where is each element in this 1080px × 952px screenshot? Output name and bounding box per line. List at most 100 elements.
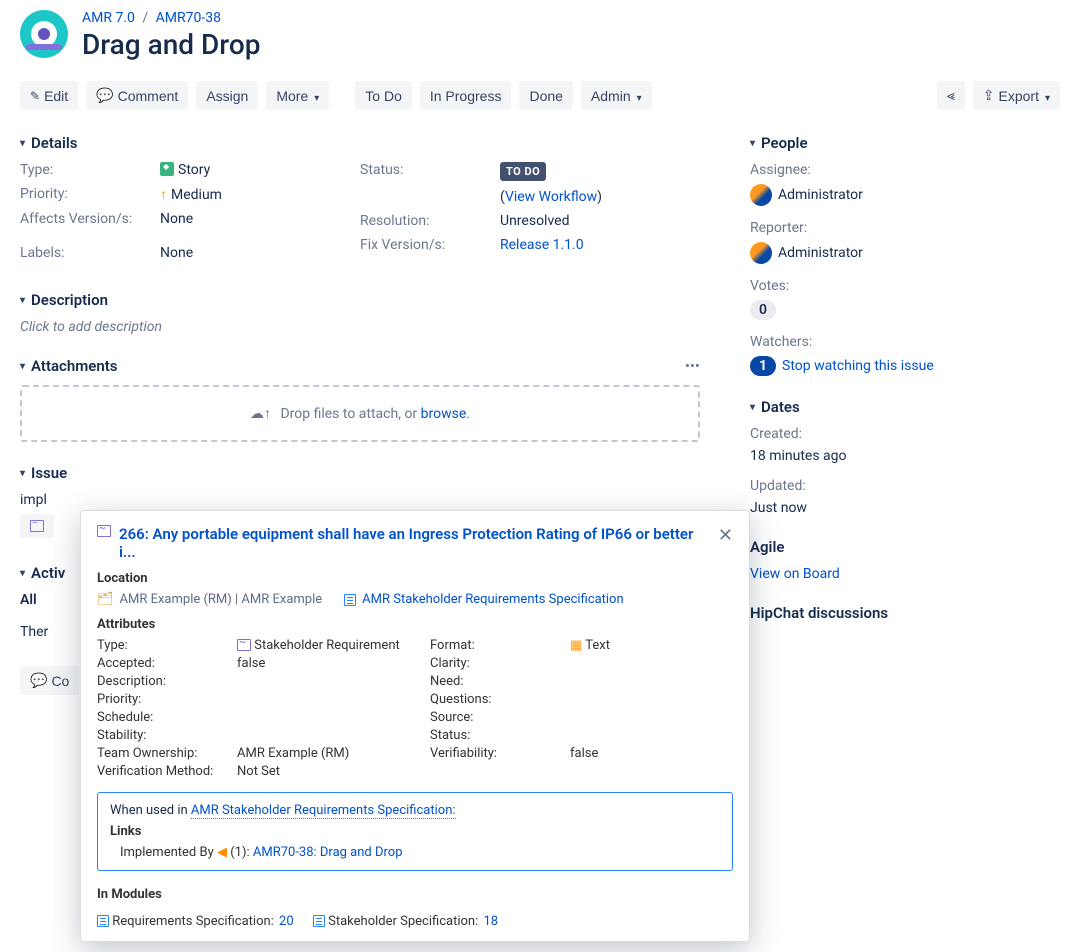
export-button[interactable]: ⇪Export xyxy=(973,81,1060,110)
breadcrumb: AMR 7.0 / AMR70-38 xyxy=(82,10,260,26)
created-value: 18 minutes ago xyxy=(750,448,1060,464)
folder-icon: 🗂 xyxy=(97,592,114,607)
link-item-button[interactable] xyxy=(20,514,54,538)
people-header[interactable]: ▾ People xyxy=(750,134,1060,152)
votes-label: Votes: xyxy=(750,278,1060,294)
priority-icon: ↑ xyxy=(160,187,167,203)
comment-icon: 💬 xyxy=(30,672,47,689)
requirement-icon xyxy=(237,639,251,651)
pencil-icon: ✎ xyxy=(30,89,40,103)
status-label: Status: xyxy=(360,162,500,181)
priority-value: Medium xyxy=(171,187,222,203)
more-button[interactable]: More xyxy=(266,81,329,110)
fixversion-value[interactable]: Release 1.1.0 xyxy=(500,237,584,253)
collapse-icon: ▾ xyxy=(20,468,25,479)
priority-label: Priority: xyxy=(20,186,160,203)
comment-icon: 💬 xyxy=(96,87,113,104)
description-header[interactable]: ▾ Description xyxy=(20,291,700,309)
attachment-dropzone[interactable]: ☁︎↑ Drop files to attach, or browse. xyxy=(20,385,700,442)
share-button[interactable]: ⪡ xyxy=(937,81,965,110)
module-count-link[interactable]: 20 xyxy=(279,914,294,929)
collapse-icon: ▾ xyxy=(750,402,755,413)
watchers-count: 1 xyxy=(750,356,776,376)
assignee-label: Assignee: xyxy=(750,162,1060,178)
when-used-link[interactable]: AMR Stakeholder Requirements Specificati… xyxy=(191,803,456,819)
updated-value: Just now xyxy=(750,500,1060,516)
module-count-link[interactable]: 18 xyxy=(483,914,498,929)
requirement-preview-popup: 266: Any portable equipment shall have a… xyxy=(80,510,750,942)
document-icon xyxy=(313,915,325,927)
project-avatar xyxy=(20,10,68,58)
votes-count: 0 xyxy=(750,300,776,320)
description-placeholder[interactable]: Click to add description xyxy=(20,319,700,335)
labels-label: Labels: xyxy=(20,245,160,261)
export-icon: ⇪ xyxy=(983,87,995,104)
in-modules-title: In Modules xyxy=(97,887,733,902)
resolution-value: Unresolved xyxy=(500,213,700,229)
type-label: Type: xyxy=(20,162,160,178)
document-icon xyxy=(344,594,356,606)
edit-button[interactable]: ✎Edit xyxy=(20,81,78,110)
admin-button[interactable]: Admin xyxy=(581,81,652,110)
dates-header[interactable]: ▾ Dates xyxy=(750,398,1060,416)
cloud-upload-icon: ☁︎↑ xyxy=(250,405,271,422)
hipchat-header: HipChat discussions xyxy=(750,604,1060,622)
attributes-title: Attributes xyxy=(97,617,733,632)
document-icon xyxy=(97,915,109,927)
todo-button[interactable]: To Do xyxy=(355,81,412,110)
breadcrumb-project[interactable]: AMR 7.0 xyxy=(82,10,135,26)
requirement-icon xyxy=(97,525,111,537)
attachments-menu[interactable]: ••• xyxy=(685,357,700,375)
details-header[interactable]: ▾ Details xyxy=(20,134,700,152)
add-comment-button[interactable]: 💬Co xyxy=(20,666,79,695)
updated-label: Updated: xyxy=(750,478,1060,494)
labels-value: None xyxy=(160,245,360,261)
stop-watching-link[interactable]: Stop watching this issue xyxy=(782,358,934,374)
attachments-header[interactable]: ▾ Attachments ••• xyxy=(20,357,700,375)
view-on-board-link[interactable]: View on Board xyxy=(750,566,840,582)
created-label: Created: xyxy=(750,426,1060,442)
close-icon[interactable]: ✕ xyxy=(718,525,733,546)
view-workflow-link[interactable]: View Workflow xyxy=(505,189,597,205)
issue-title: Drag and Drop xyxy=(82,28,260,61)
assign-button[interactable]: Assign xyxy=(196,81,258,110)
story-icon xyxy=(160,162,174,176)
text-format-icon: ▦ xyxy=(570,638,582,653)
affects-label: Affects Version/s: xyxy=(20,211,160,227)
affects-value: None xyxy=(160,211,360,227)
watchers-label: Watchers: xyxy=(750,334,1060,350)
reporter-value: Administrator xyxy=(778,245,863,261)
reporter-label: Reporter: xyxy=(750,220,1060,236)
link-target[interactable]: AMR70-38: Drag and Drop xyxy=(253,845,403,860)
location-module-link[interactable]: AMR Stakeholder Requirements Specificati… xyxy=(362,592,623,607)
type-value: Story xyxy=(178,162,210,178)
done-button[interactable]: Done xyxy=(519,81,572,110)
status-badge: TO DO xyxy=(500,162,546,181)
collapse-icon: ▾ xyxy=(20,295,25,306)
browse-link[interactable]: browse xyxy=(421,406,467,422)
inprogress-button[interactable]: In Progress xyxy=(420,81,512,110)
share-icon: ⪡ xyxy=(947,87,955,104)
location-path: AMR Example (RM) | AMR Example xyxy=(120,592,323,607)
assignee-value: Administrator xyxy=(778,187,863,203)
resolution-label: Resolution: xyxy=(360,213,500,229)
link-group: impl xyxy=(20,492,700,508)
popup-title-link[interactable]: 266: Any portable equipment shall have a… xyxy=(119,525,710,561)
requirement-icon xyxy=(30,520,44,532)
activity-tab-all[interactable]: All xyxy=(20,592,37,608)
collapse-icon: ▾ xyxy=(20,138,25,149)
location-title: Location xyxy=(97,571,733,586)
fixversion-label: Fix Version/s: xyxy=(360,237,500,253)
collapse-icon: ▾ xyxy=(20,361,25,372)
breadcrumb-issue[interactable]: AMR70-38 xyxy=(156,10,221,26)
links-title: Links xyxy=(110,824,720,839)
comment-button[interactable]: 💬Comment xyxy=(86,81,188,110)
collapse-icon: ▾ xyxy=(750,138,755,149)
collapse-icon: ▾ xyxy=(20,568,25,579)
user-avatar-icon xyxy=(750,184,772,206)
agile-header: Agile xyxy=(750,538,1060,556)
arrow-left-icon: ◀ xyxy=(217,845,230,860)
links-box: When used in AMR Stakeholder Requirement… xyxy=(97,792,733,871)
issuelinks-header[interactable]: ▾ Issue xyxy=(20,464,700,482)
user-avatar-icon xyxy=(750,242,772,264)
